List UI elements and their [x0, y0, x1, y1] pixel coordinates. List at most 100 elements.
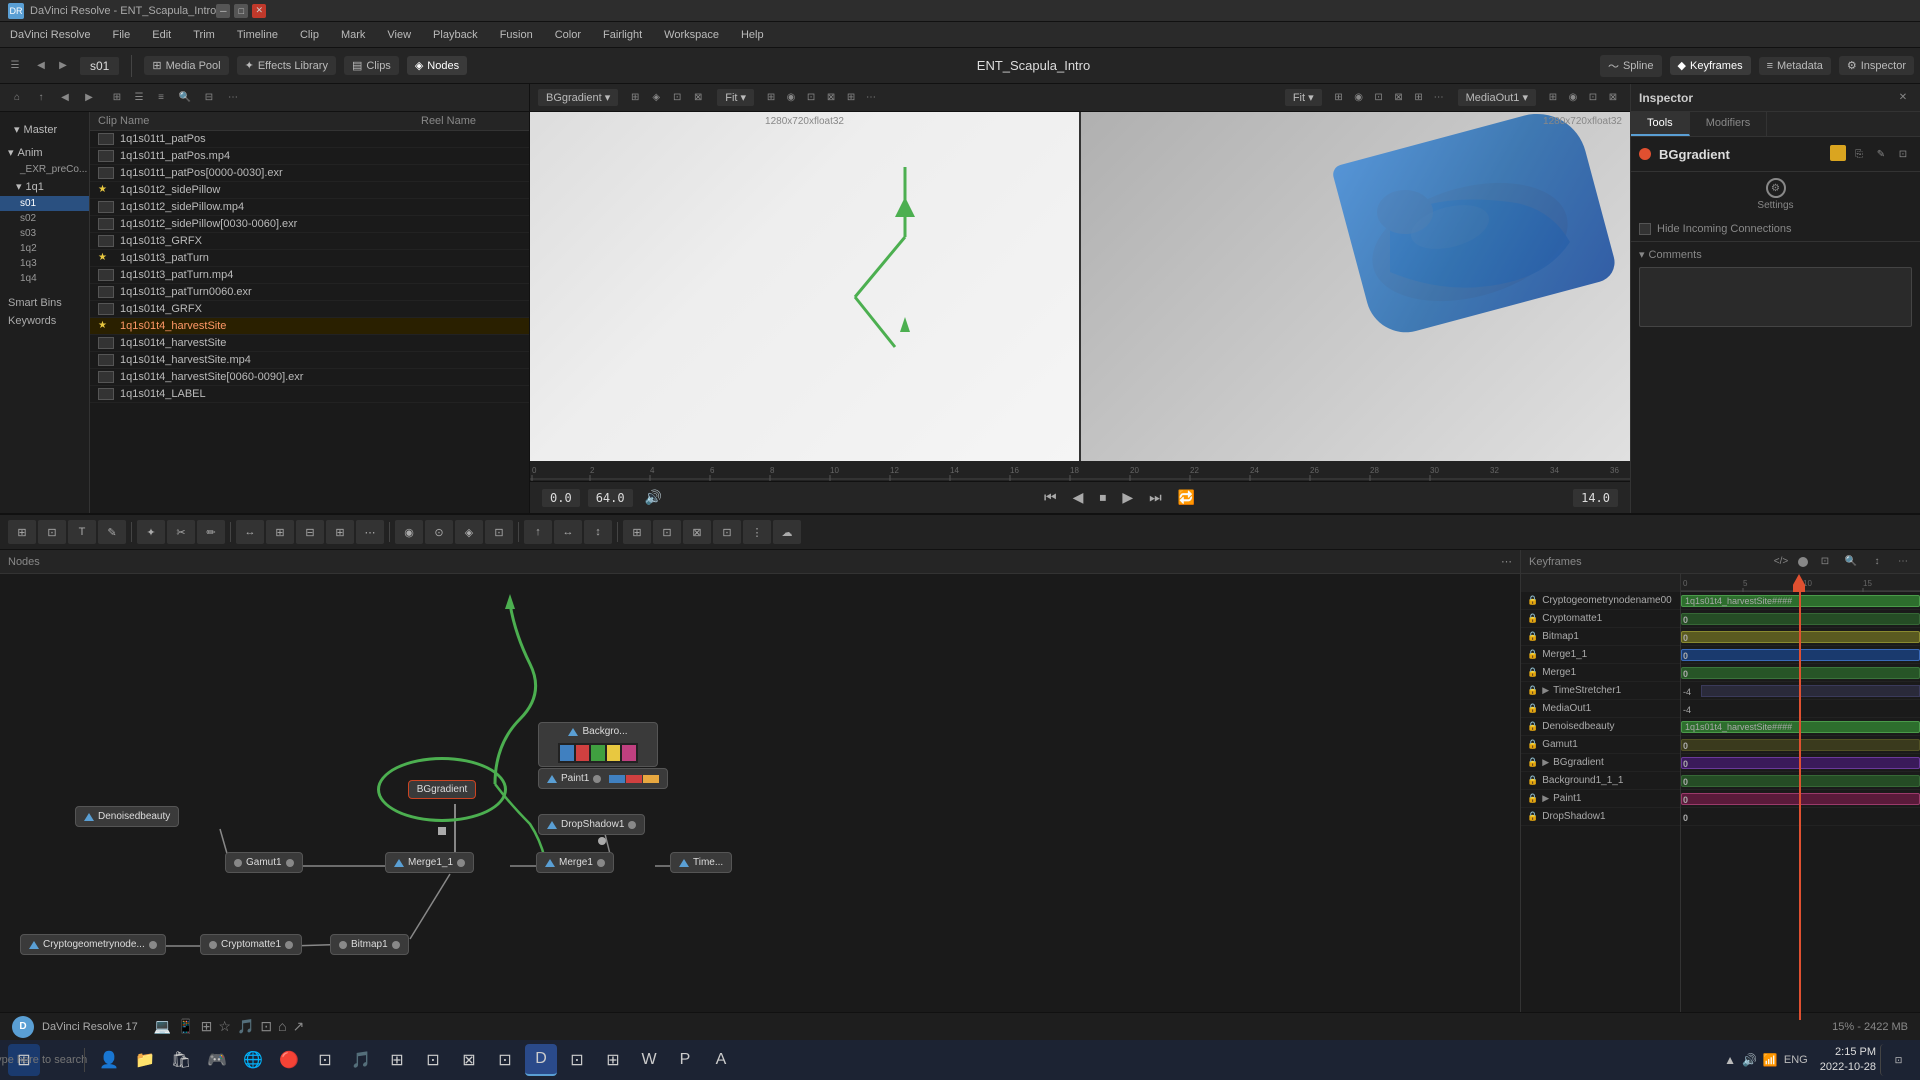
menu-timeline[interactable]: Timeline — [233, 27, 282, 43]
inspector-action-3[interactable]: ⊡ — [1894, 145, 1912, 163]
taskbar-app-9[interactable]: ⊡ — [489, 1044, 521, 1076]
play-button[interactable]: ▶ — [1118, 487, 1137, 508]
toolbar-clips[interactable]: ▤ Clips — [344, 56, 399, 75]
nav-forward[interactable]: ▶ — [54, 57, 72, 75]
stop-button[interactable]: ⏹ — [1095, 487, 1110, 508]
list-item[interactable]: ★ 1q1s01t4_harvestSite — [90, 318, 529, 335]
viewer-scope-1[interactable]: ⊞ — [762, 89, 780, 107]
fusion-tool-19[interactable]: ⊠ — [683, 520, 711, 544]
fusion-tool-12[interactable]: ◈ — [455, 520, 483, 544]
sidebar-anim[interactable]: ▾ Anim — [0, 143, 89, 162]
viewer-ctrl-3[interactable]: ⊡ — [668, 89, 686, 107]
taskbar-store[interactable]: 🛍 — [165, 1044, 197, 1076]
taskbar-person[interactable]: 👤 — [93, 1044, 125, 1076]
taskbar-app-4[interactable]: ⊡ — [309, 1044, 341, 1076]
fusion-tool-4[interactable]: ✂ — [167, 520, 195, 544]
taskbar-app-7[interactable]: ⊡ — [417, 1044, 449, 1076]
menu-help[interactable]: Help — [737, 27, 768, 43]
sidebar-s02[interactable]: s02 — [0, 211, 89, 226]
viewer-scope-5[interactable]: ⊞ — [842, 89, 860, 107]
fusion-tool-9[interactable]: ⋯ — [356, 520, 384, 544]
nav-prev[interactable]: ◀ — [56, 89, 74, 107]
skip-to-start-button[interactable]: ⏮ — [1040, 487, 1061, 508]
mediaout-ctrl-1[interactable]: ⊞ — [1544, 89, 1562, 107]
list-item[interactable]: 1q1s01t1_patPos.mp4 — [90, 148, 529, 165]
expand-icon[interactable]: ▶ — [1542, 757, 1549, 768]
viewer-right-ctrl-6[interactable]: ⋯ — [1430, 89, 1448, 107]
sidebar-1q2[interactable]: 1q2 — [0, 241, 89, 256]
menu-workspace[interactable]: Workspace — [660, 27, 723, 43]
comments-input[interactable] — [1639, 267, 1912, 327]
tab-tools[interactable]: Tools — [1631, 112, 1690, 136]
status-icon-4[interactable]: ☆ — [218, 1018, 231, 1035]
keyframes-timeline[interactable]: 0 5 10 15 1q1s01t4_harvestSite#### — [1681, 574, 1920, 1020]
view-grid[interactable]: ⊞ — [108, 89, 126, 107]
tray-icon-2[interactable]: 🔊 — [1742, 1053, 1757, 1067]
viewer-timescale[interactable]: 0 2 4 6 8 10 12 14 16 18 20 22 24 26 28 … — [530, 461, 1630, 481]
taskbar-app-14[interactable]: A — [705, 1044, 737, 1076]
tray-icon-1[interactable]: ▲ — [1724, 1053, 1736, 1067]
skip-to-end-button[interactable]: ⏭ — [1145, 487, 1166, 508]
taskbar-davinci[interactable]: D — [525, 1044, 557, 1076]
taskbar-app-3[interactable]: 🔴 — [273, 1044, 305, 1076]
nodes-canvas[interactable]: Denoisedbeauty Gamut1 Merge1_1 BGgradien… — [0, 574, 1520, 1044]
toolbar-inspector[interactable]: ⚙ Inspector — [1839, 56, 1914, 75]
kf-action-1[interactable]: ⊡ — [1816, 553, 1834, 571]
step-back-button[interactable]: ◀ — [1069, 487, 1088, 508]
view-list[interactable]: ☰ — [130, 89, 148, 107]
fusion-tool-18[interactable]: ⊡ — [653, 520, 681, 544]
inspector-close-button[interactable]: ✕ — [1894, 89, 1912, 107]
node-denoisedbeauty[interactable]: Denoisedbeauty — [75, 806, 179, 827]
menu-file[interactable]: File — [109, 27, 135, 43]
status-icon-8[interactable]: ↗ — [293, 1018, 305, 1035]
lock-icon[interactable]: 🔒 — [1527, 703, 1538, 714]
audio-toggle-button[interactable]: 🔊 — [641, 487, 666, 508]
nav-home[interactable]: ⌂ — [8, 89, 26, 107]
fusion-tool-11[interactable]: ⊙ — [425, 520, 453, 544]
timecode-out[interactable]: 64.0 — [588, 489, 633, 507]
lock-icon[interactable]: 🔒 — [1527, 649, 1538, 660]
current-timecode[interactable]: 14.0 — [1573, 489, 1618, 507]
filter-button[interactable]: ⊟ — [200, 89, 218, 107]
inspector-action-1[interactable]: ⎘ — [1850, 145, 1868, 163]
nodes-more-options[interactable]: ⋯ — [1501, 555, 1512, 568]
fusion-tool-1[interactable]: ⊞ — [8, 520, 36, 544]
kf-playhead[interactable] — [1799, 592, 1801, 1020]
search-taskbar[interactable] — [44, 1044, 76, 1076]
viewer-ctrl-4[interactable]: ⊠ — [689, 89, 707, 107]
toolbar-keyframes[interactable]: ◆ Keyframes — [1670, 56, 1751, 75]
list-item[interactable]: 1q1s01t3_GRFX — [90, 233, 529, 250]
fusion-tool-22[interactable]: ☁ — [773, 520, 801, 544]
fusion-tool-text[interactable]: T — [68, 520, 96, 544]
node-cryptomatte1[interactable]: Cryptomatte1 — [200, 934, 302, 955]
lock-icon[interactable]: 🔒 — [1527, 811, 1538, 822]
fusion-tool-paint[interactable]: ✎ — [98, 520, 126, 544]
viewer-scope-2[interactable]: ◉ — [782, 89, 800, 107]
close-button[interactable]: ✕ — [252, 4, 266, 18]
more-options[interactable]: ⋯ — [224, 89, 242, 107]
menu-fusion[interactable]: Fusion — [496, 27, 537, 43]
fusion-tool-8[interactable]: ⊞ — [326, 520, 354, 544]
toolbar-effects-library[interactable]: ✦ Effects Library — [237, 56, 336, 75]
toolbar-nodes[interactable]: ◈ Nodes — [407, 56, 467, 75]
list-item[interactable]: 1q1s01t1_patPos[0000-0030].exr — [90, 165, 529, 182]
taskbar-app-6[interactable]: ⊞ — [381, 1044, 413, 1076]
taskbar-app-1[interactable]: 🎮 — [201, 1044, 233, 1076]
fusion-tool-10[interactable]: ◉ — [395, 520, 423, 544]
toolbar-metadata[interactable]: ≡ Metadata — [1759, 57, 1831, 75]
show-desktop[interactable]: ⊡ — [1880, 1044, 1912, 1076]
node-cryptogeometrynode[interactable]: Cryptogeometrynode... — [20, 934, 166, 955]
kf-zoom-in[interactable]: 🔍 — [1842, 553, 1860, 571]
lock-icon[interactable]: 🔒 — [1527, 631, 1538, 642]
fusion-tool-5[interactable]: ✏ — [197, 520, 225, 544]
sidebar-exr[interactable]: _EXR_preCo... — [0, 162, 89, 177]
fusion-tool-16[interactable]: ↕ — [584, 520, 612, 544]
node-paint1[interactable]: Paint1 — [538, 768, 668, 789]
kf-expand-v[interactable]: ↕ — [1868, 553, 1886, 571]
viewer-right-ctrl-1[interactable]: ⊞ — [1330, 89, 1348, 107]
list-item[interactable]: 1q1s01t4_GRFX — [90, 301, 529, 318]
menu-mark[interactable]: Mark — [337, 27, 369, 43]
list-item[interactable]: 1q1s01t4_harvestSite[0060-0090].exr — [90, 369, 529, 386]
menu-edit[interactable]: Edit — [148, 27, 175, 43]
viewer-right-ctrl-4[interactable]: ⊠ — [1390, 89, 1408, 107]
